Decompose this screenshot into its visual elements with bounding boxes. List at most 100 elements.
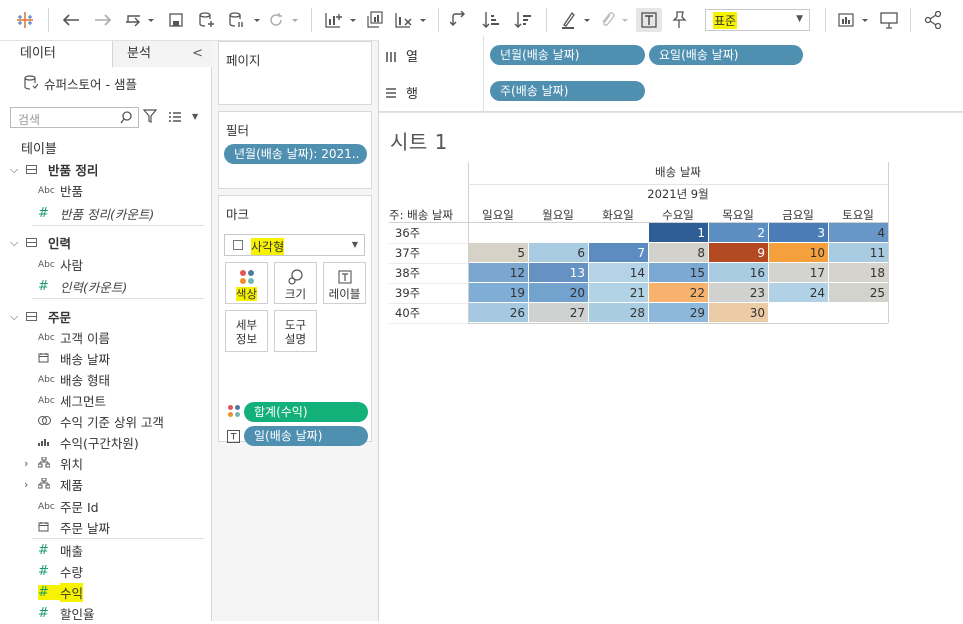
heatmap-cell[interactable]: 3 — [769, 223, 828, 242]
clear-sheet-icon[interactable] — [392, 9, 428, 31]
weekday-header[interactable]: 일요일 — [468, 207, 528, 223]
new-worksheet-icon[interactable] — [322, 9, 358, 31]
chevron-down-icon[interactable]: ⌵ — [10, 236, 18, 250]
datasource-item[interactable]: 슈퍼스토어 - 샘플 — [24, 74, 137, 92]
share-icon[interactable] — [922, 9, 944, 31]
week-row-header[interactable]: 40주 — [395, 303, 420, 323]
chevron-down-icon[interactable]: ▼ — [192, 112, 198, 121]
size-button[interactable]: 크기 — [274, 262, 317, 304]
field-item[interactable]: Abc 주문 Id — [38, 496, 99, 517]
pages-card[interactable]: 페이지 — [218, 41, 372, 105]
weekday-header[interactable]: 월요일 — [528, 207, 588, 223]
heatmap-cell[interactable]: 21 — [589, 283, 648, 302]
chevron-right-icon[interactable]: › — [24, 457, 28, 470]
mark-type-select[interactable]: 사각형 ▼ — [224, 234, 365, 256]
field-item[interactable]: 수익(구간차원) — [38, 432, 139, 453]
heatmap-cell[interactable]: 17 — [769, 263, 828, 282]
heatmap-cell[interactable]: 6 — [529, 243, 588, 262]
chevron-down-icon[interactable]: ⌵ — [10, 310, 18, 324]
heatmap-cell[interactable]: 12 — [469, 263, 528, 282]
field-item[interactable]: 수익 기준 상위 고객 — [38, 411, 164, 432]
heatmap-cell[interactable]: 15 — [649, 263, 708, 282]
field-item[interactable]: # 인력(카운트) — [38, 276, 127, 297]
table-group-orders[interactable]: 주문 — [26, 306, 71, 327]
label-pill[interactable]: 일(배송 날짜) — [244, 426, 368, 446]
filter-icon[interactable] — [143, 109, 157, 123]
tableau-logo-icon[interactable] — [14, 9, 36, 31]
chevron-down-icon[interactable]: ⌵ — [10, 163, 18, 177]
new-datasource-icon[interactable] — [196, 9, 218, 31]
heatmap-cell[interactable]: 19 — [469, 283, 528, 302]
group-members-icon[interactable] — [596, 9, 630, 31]
fit-select[interactable]: 표준 ▼ — [705, 9, 810, 31]
filter-pill[interactable]: 년월(배송 날짜): 2021.. — [224, 144, 367, 164]
heatmap-cell[interactable]: 5 — [469, 243, 528, 262]
weekday-header[interactable]: 목요일 — [708, 207, 768, 223]
view-list-icon[interactable] — [168, 111, 182, 123]
heatmap-cell[interactable]: 14 — [589, 263, 648, 282]
week-row-header[interactable]: 38주 — [395, 263, 420, 283]
heatmap-cell[interactable]: 29 — [649, 303, 708, 322]
field-item[interactable]: # 반품 정리(카운트) — [38, 203, 154, 224]
weekday-header[interactable]: 수요일 — [648, 207, 708, 223]
undo-icon[interactable] — [60, 9, 82, 31]
column-header-month[interactable]: 2021년 9월 — [468, 186, 888, 202]
heatmap-cell[interactable]: 13 — [529, 263, 588, 282]
field-item[interactable]: Abc 반품 — [38, 180, 83, 201]
show-me-icon[interactable] — [836, 9, 870, 31]
filters-card[interactable]: 필터 년월(배송 날짜): 2021.. — [218, 111, 372, 189]
field-item-profit[interactable]: # 수익 — [38, 582, 84, 603]
presentation-mode-icon[interactable] — [878, 9, 900, 31]
field-item[interactable]: Abc 세그먼트 — [38, 390, 106, 411]
heatmap-cell[interactable]: 30 — [709, 303, 768, 322]
color-pill[interactable]: 합계(수익) — [244, 402, 368, 422]
table-group-people[interactable]: 인력 — [26, 232, 71, 253]
columns-shelf[interactable]: 열 년월(배송 날짜) 요일(배송 날짜) — [379, 36, 963, 74]
tab-data[interactable]: 데이터 — [0, 41, 113, 68]
week-row-header[interactable]: 36주 — [395, 223, 420, 243]
heatmap-cell[interactable]: 24 — [769, 283, 828, 302]
heatmap-cell[interactable]: 16 — [709, 263, 768, 282]
field-item[interactable]: 주문 날짜 — [38, 517, 110, 538]
search-input[interactable]: 검색 — [10, 107, 139, 128]
heatmap-cell[interactable]: 27 — [529, 303, 588, 322]
replay-icon[interactable] — [122, 9, 156, 31]
refresh-icon[interactable] — [266, 9, 300, 31]
field-item[interactable]: 배송 날짜 — [38, 348, 110, 369]
heatmap-cell[interactable]: 25 — [829, 283, 888, 302]
heatmap-cell[interactable]: 9 — [709, 243, 768, 262]
heatmap-cell[interactable]: 7 — [589, 243, 648, 262]
field-item[interactable]: # 매출 — [38, 540, 83, 561]
heatmap-cell[interactable]: 18 — [829, 263, 888, 282]
collapse-pane-icon[interactable]: < — [192, 41, 203, 67]
heatmap-cell[interactable]: 20 — [529, 283, 588, 302]
heatmap-cell[interactable]: 2 — [709, 223, 768, 242]
fix-axes-pin-icon[interactable] — [668, 9, 690, 31]
columns-pill[interactable]: 년월(배송 날짜) — [490, 45, 645, 65]
field-item[interactable]: Abc 배송 형태 — [38, 369, 110, 390]
chevron-right-icon[interactable]: › — [24, 478, 28, 491]
heatmap-cell[interactable]: 23 — [709, 283, 768, 302]
show-mark-labels-icon[interactable] — [636, 8, 662, 32]
field-item[interactable]: 위치 — [37, 453, 83, 474]
detail-button[interactable]: 세부 정보 — [225, 310, 268, 352]
rows-shelf[interactable]: 행 주(배송 날짜) — [379, 72, 963, 112]
color-button[interactable]: 색상 — [225, 262, 268, 304]
heatmap-cell[interactable]: 28 — [589, 303, 648, 322]
heatmap-cell[interactable]: 1 — [649, 223, 708, 242]
sort-ascending-icon[interactable] — [480, 9, 502, 31]
week-row-header[interactable]: 39주 — [395, 283, 420, 303]
sort-descending-icon[interactable] — [512, 9, 534, 31]
heatmap-cell[interactable]: 22 — [649, 283, 708, 302]
table-group-returns[interactable]: 반품 정리 — [26, 159, 98, 180]
field-item[interactable]: Abc 사람 — [38, 254, 83, 275]
save-icon[interactable] — [166, 9, 186, 31]
pause-datasource-icon[interactable] — [226, 9, 262, 31]
field-item[interactable]: Abc 고객 이름 — [38, 327, 110, 348]
heatmap-cell[interactable]: 8 — [649, 243, 708, 262]
sheet-title[interactable]: 시트 1 — [390, 126, 448, 155]
week-row-header[interactable]: 37주 — [395, 243, 420, 263]
heatmap-cell[interactable]: 4 — [829, 223, 888, 242]
columns-pill[interactable]: 요일(배송 날짜) — [649, 45, 803, 65]
heatmap-cell[interactable]: 11 — [829, 243, 888, 262]
